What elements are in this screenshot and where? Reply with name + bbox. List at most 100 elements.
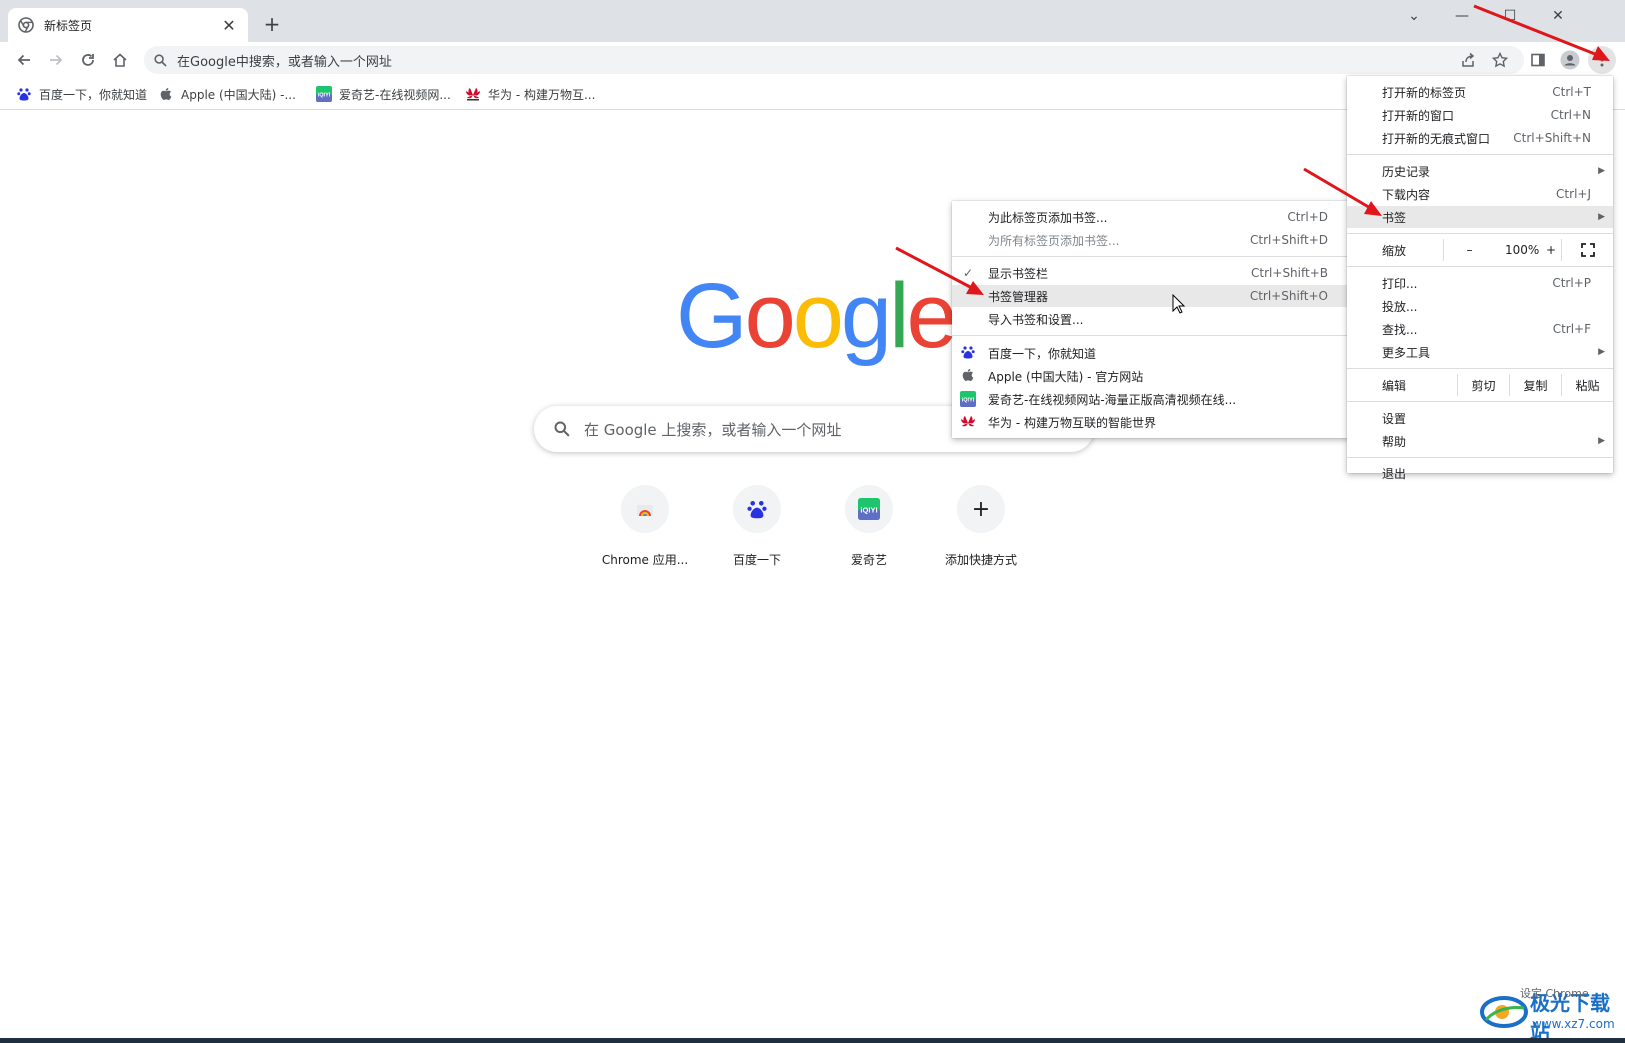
chevron-right-icon: ▶ [1598, 212, 1605, 222]
bookmark-star-button[interactable] [1486, 46, 1514, 74]
shortcut-iqiyi[interactable]: iQIYI 爱奇艺 [813, 485, 925, 568]
side-panel-button[interactable] [1524, 46, 1552, 74]
menu-label: 历史记录 [1382, 164, 1431, 179]
menu-label: 打印... [1382, 276, 1418, 291]
window-close-button[interactable]: ✕ [1538, 4, 1578, 28]
menu-cast[interactable]: 投放... [1347, 295, 1613, 317]
menu-separator [1347, 233, 1613, 234]
omnibox[interactable]: 在Google中搜索，或者输入一个网址 [144, 46, 1524, 74]
menu-label: 设置 [1382, 411, 1407, 426]
huawei-icon [465, 86, 481, 102]
menu-label: 更多工具 [1382, 345, 1431, 360]
ntp-search-placeholder: 在 Google 上搜索，或者输入一个网址 [584, 420, 842, 439]
menu-label: 打开新的标签页 [1382, 85, 1467, 100]
menu-find[interactable]: 查找... Ctrl+F [1347, 318, 1613, 340]
back-button[interactable] [10, 46, 38, 74]
toolbar: 在Google中搜索，或者输入一个网址 [0, 42, 1625, 78]
menu-label: 编辑 [1382, 378, 1407, 393]
menu-more-tools[interactable]: 更多工具 ▶ [1347, 341, 1613, 363]
menu-new-tab[interactable]: 打开新的标签页 Ctrl+T [1347, 81, 1613, 103]
menu-shortcut: Ctrl+Shift+N [1513, 131, 1591, 145]
paste-button[interactable]: 粘贴 [1561, 374, 1613, 396]
forward-button[interactable] [42, 46, 70, 74]
menu-import-bookmarks[interactable]: 导入书签和设置... [952, 308, 1350, 330]
shortcut-chrome-apps[interactable]: Chrome 应用... [589, 485, 701, 568]
menu-new-incognito[interactable]: 打开新的无痕式窗口 Ctrl+Shift+N [1347, 127, 1613, 149]
menu-shortcut: Ctrl+Shift+B [1251, 266, 1328, 280]
menu-add-this-tab[interactable]: 为此标签页添加书签... Ctrl+D [952, 206, 1350, 228]
svg-text:iQIYI: iQIYI [318, 93, 331, 99]
menu-bookmark-entry[interactable]: 百度一下，你就知道 [952, 342, 1350, 364]
huawei-icon [960, 414, 976, 433]
menu-label: 下载内容 [1382, 187, 1431, 202]
baidu-icon [961, 345, 975, 362]
menu-bookmarks[interactable]: 书签 ▶ [1347, 206, 1613, 228]
zoom-out-button[interactable]: – [1443, 239, 1495, 261]
logo-letter: G [676, 265, 748, 367]
menu-label: 退出 [1382, 466, 1407, 481]
bookmark-apple[interactable]: Apple (中国大陆) -... [158, 84, 296, 104]
side-panel-icon [1531, 53, 1545, 67]
reload-icon [82, 54, 94, 66]
chrome-menu-button[interactable] [1588, 46, 1616, 74]
bookmark-iqiyi[interactable]: iQIYI 爱奇艺-在线视频网... [316, 84, 451, 104]
menu-bookmark-entry[interactable]: iQIYI 爱奇艺-在线视频网站-海量正版高清视频在线... [952, 388, 1350, 410]
profile-button[interactable] [1556, 46, 1584, 74]
menu-show-bookmarks-bar[interactable]: ✓ 显示书签栏 Ctrl+Shift+B [952, 262, 1350, 284]
apple-icon [961, 368, 975, 385]
tab-title: 新标签页 [44, 18, 93, 33]
menu-downloads[interactable]: 下载内容 Ctrl+J [1347, 183, 1613, 205]
maximize-button[interactable]: ☐ [1490, 4, 1530, 28]
fullscreen-button[interactable] [1561, 239, 1613, 261]
menu-bookmark-entry[interactable]: Apple (中国大陆) - 官方网站 [952, 365, 1350, 387]
arrow-right-icon [50, 54, 63, 66]
menu-history[interactable]: 历史记录 ▶ [1347, 160, 1613, 182]
cut-button[interactable]: 剪切 [1457, 374, 1509, 396]
svg-text:iQIYI: iQIYI [860, 505, 877, 514]
shortcut-add[interactable]: + 添加快捷方式 [925, 485, 1037, 568]
zoom-in-button[interactable]: + [1543, 239, 1559, 261]
share-button[interactable] [1454, 46, 1482, 74]
menu-separator [1347, 368, 1613, 369]
menu-bookmark-manager[interactable]: 书签管理器 Ctrl+Shift+O [952, 285, 1350, 307]
new-tab-button[interactable]: + [262, 12, 282, 36]
menu-edit: 编辑 剪切 复制 粘贴 [1347, 374, 1613, 396]
menu-add-all-tabs: 为所有标签页添加书签... Ctrl+Shift+D [952, 229, 1350, 251]
svg-text:iQIYI: iQIYI [962, 398, 975, 404]
menu-shortcut: Ctrl+F [1552, 322, 1591, 336]
bookmark-baidu[interactable]: 百度一下，你就知道 [16, 84, 147, 104]
menu-print[interactable]: 打印... Ctrl+P [1347, 272, 1613, 294]
omnibox-placeholder: 在Google中搜索，或者输入一个网址 [177, 54, 392, 70]
menu-label: 为所有标签页添加书签... [988, 233, 1120, 248]
logo-letter: o [744, 265, 796, 367]
menu-label: 爱奇艺-在线视频网站-海量正版高清视频在线... [988, 392, 1237, 407]
reload-button[interactable] [74, 46, 102, 74]
menu-label: 缩放 [1382, 243, 1407, 258]
tab-search-icon[interactable]: ⌄ [1394, 4, 1434, 28]
chrome-icon [18, 17, 34, 33]
tab-new-tab[interactable]: 新标签页 ✕ [8, 8, 248, 42]
zoom-value: 100% [1505, 243, 1540, 257]
menu-label: 帮助 [1382, 434, 1407, 449]
logo-letter: o [792, 265, 844, 367]
menu-shortcut: Ctrl+D [1287, 210, 1328, 224]
copy-button[interactable]: 复制 [1509, 374, 1561, 396]
chrome-main-menu: 打开新的标签页 Ctrl+T 打开新的窗口 Ctrl+N 打开新的无痕式窗口 C… [1347, 76, 1613, 481]
menu-new-window[interactable]: 打开新的窗口 Ctrl+N [1347, 104, 1613, 126]
menu-settings[interactable]: 设置 [1347, 407, 1613, 429]
watermark: 极光下载站 www.xz7.com 设定 Chrome [1480, 985, 1620, 1043]
close-icon[interactable]: ✕ [220, 16, 238, 35]
menu-label: 投放... [1382, 299, 1418, 314]
star-icon [1492, 52, 1508, 68]
menu-shortcut: Ctrl+T [1552, 85, 1591, 99]
minimize-button[interactable]: — [1442, 4, 1482, 28]
shortcut-baidu[interactable]: 百度一下 [701, 485, 813, 568]
menu-separator [1347, 266, 1613, 267]
chevron-right-icon: ▶ [1598, 166, 1605, 176]
menu-exit[interactable]: 退出 [1347, 462, 1613, 484]
home-button[interactable] [106, 46, 134, 74]
more-vert-icon [1600, 53, 1604, 67]
bookmark-huawei[interactable]: 华为 - 构建万物互... [465, 84, 595, 104]
menu-help[interactable]: 帮助 ▶ [1347, 430, 1613, 452]
menu-bookmark-entry[interactable]: 华为 - 构建万物互联的智能世界 [952, 411, 1350, 433]
